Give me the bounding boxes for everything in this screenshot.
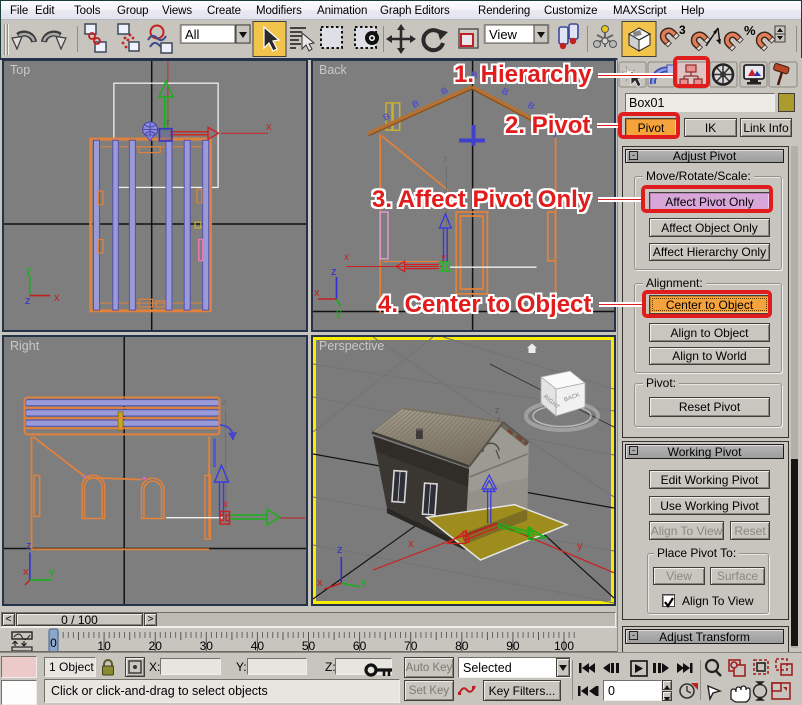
svg-text:x: x	[54, 292, 60, 304]
svg-text:80: 80	[455, 639, 469, 652]
svg-text:z: z	[222, 397, 227, 407]
svg-text:y: y	[361, 576, 367, 588]
svg-text:z: z	[443, 154, 448, 164]
svg-text:90: 90	[506, 639, 520, 652]
svg-text:x: x	[344, 252, 349, 263]
svg-text:z: z	[337, 544, 343, 556]
svg-text:x: x	[223, 499, 228, 510]
svg-text:y: y	[577, 540, 583, 552]
svg-text:40: 40	[251, 639, 265, 652]
svg-text:z: z	[331, 266, 337, 278]
svg-text:y: y	[442, 253, 446, 262]
svg-text:20: 20	[149, 639, 163, 652]
svg-text:z: z	[26, 540, 32, 552]
svg-text:B: B	[439, 85, 450, 97]
svg-text:z: z	[166, 119, 170, 126]
svg-text:x: x	[317, 577, 323, 589]
svg-text:All: All	[185, 27, 200, 42]
svg-text:y: y	[336, 307, 342, 319]
svg-text:0: 0	[50, 636, 57, 650]
svg-text:B: B	[381, 111, 392, 123]
svg-text:10: 10	[97, 639, 111, 652]
svg-text:B: B	[410, 98, 421, 110]
svg-text:B: B	[526, 100, 537, 112]
svg-text:x: x	[408, 538, 414, 550]
svg-text:50: 50	[302, 639, 316, 652]
svg-text:x: x	[266, 121, 272, 133]
svg-text:View: View	[489, 27, 518, 42]
svg-text:y: y	[26, 265, 32, 277]
svg-text:z: z	[25, 295, 31, 307]
svg-text:3: 3	[679, 23, 686, 37]
svg-text:y: y	[49, 566, 55, 578]
svg-text:x: x	[23, 566, 29, 578]
svg-text:100: 100	[554, 639, 574, 652]
svg-text:70: 70	[404, 639, 418, 652]
svg-text:z: z	[495, 405, 500, 415]
svg-text:%: %	[744, 23, 756, 38]
svg-text:60: 60	[353, 639, 367, 652]
svg-text:30: 30	[200, 639, 214, 652]
svg-text:x: x	[314, 287, 320, 299]
